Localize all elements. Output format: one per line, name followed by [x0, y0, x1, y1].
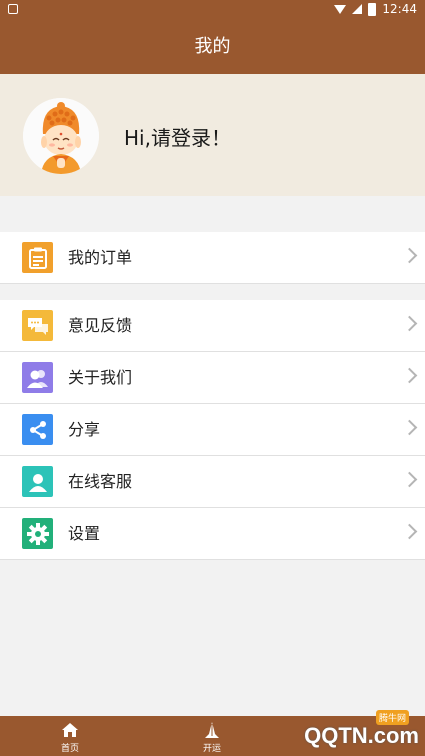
tab-label: 开运	[202, 744, 221, 754]
chevron-right-icon	[401, 367, 418, 384]
chevron-right-icon	[401, 523, 418, 540]
signal-icon	[352, 4, 363, 14]
menu-item-label: 设置	[68, 524, 101, 543]
page-title: 我的	[0, 20, 425, 74]
login-prompt[interactable]: Hi,请登录！	[124, 122, 231, 151]
buddha-avatar-icon	[23, 98, 99, 174]
menu-group-main: 意见反馈 关于我们 分享 在线客服 设置	[0, 300, 425, 560]
battery-icon	[368, 2, 377, 16]
status-icons: 12:44	[334, 2, 417, 16]
menu-item-about-us[interactable]: 关于我们	[0, 352, 425, 404]
feedback-icon	[22, 310, 53, 341]
menu-item-label: 我的订单	[68, 248, 133, 267]
menu-item-settings[interactable]: 设置	[0, 508, 425, 560]
watermark: QQTN.com 腾牛网	[304, 710, 419, 754]
menu-item-label: 意见反馈	[68, 316, 133, 335]
menu-item-label: 关于我们	[68, 368, 133, 387]
about-us-icon	[22, 362, 53, 393]
settings-icon	[22, 518, 53, 549]
tab-fortune[interactable]: 开运	[182, 716, 242, 756]
notification-icon	[8, 4, 18, 14]
status-bar: 12:44	[0, 0, 425, 20]
menu-item-orders[interactable]: 我的订单	[0, 232, 425, 284]
menu-item-label: 在线客服	[68, 472, 133, 491]
customer-service-icon	[22, 466, 53, 497]
status-time: 12:44	[382, 2, 417, 16]
prayer-icon	[205, 722, 219, 738]
menu-item-feedback[interactable]: 意见反馈	[0, 300, 425, 352]
tab-label: 首页	[60, 744, 79, 754]
watermark-text: QQTN.com	[304, 723, 419, 748]
avatar[interactable]	[23, 98, 99, 174]
menu-group-orders: 我的订单	[0, 232, 425, 284]
chevron-right-icon	[401, 471, 418, 488]
profile-header[interactable]: Hi,请登录！	[0, 74, 425, 196]
wifi-icon	[334, 4, 347, 14]
tab-home[interactable]: 首页	[40, 716, 100, 756]
order-icon	[22, 242, 53, 273]
chevron-right-icon	[401, 419, 418, 436]
menu-item-label: 分享	[68, 420, 101, 439]
chevron-right-icon	[401, 315, 418, 332]
watermark-cn: 腾牛网	[375, 710, 409, 725]
share-icon	[22, 414, 53, 445]
chevron-right-icon	[401, 247, 418, 264]
menu-item-share[interactable]: 分享	[0, 404, 425, 456]
menu-item-customer-service[interactable]: 在线客服	[0, 456, 425, 508]
home-icon	[62, 723, 78, 737]
